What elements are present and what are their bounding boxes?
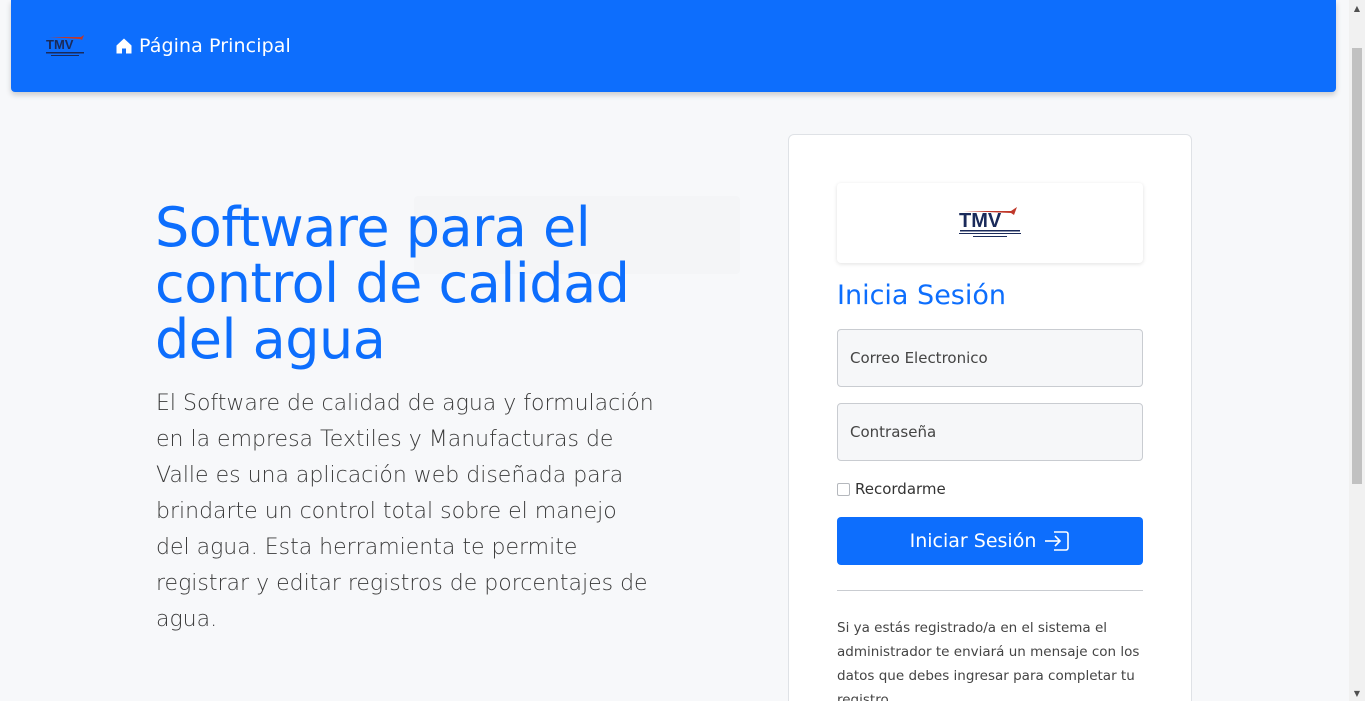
login-card: TMV Inicia Sesión Recordarme Iniciar Ses… — [788, 134, 1192, 701]
home-icon — [116, 38, 132, 54]
checkbox-box[interactable] — [837, 482, 850, 496]
svg-text:TMV: TMV — [959, 210, 1002, 232]
hero-description: El Software de calidad de agua y formula… — [156, 391, 654, 632]
nav-home-link[interactable]: Página Principal — [115, 33, 291, 59]
scrollbar-thumb[interactable] — [1352, 48, 1362, 484]
company-logo-box: TMV — [837, 183, 1143, 263]
password-input[interactable] — [837, 403, 1143, 461]
login-submit-button[interactable]: Iniciar Sesión — [837, 517, 1143, 565]
divider — [837, 590, 1143, 591]
navbar: TMV Página Principal — [11, 0, 1336, 92]
page: TMV Página Principal Software para el co… — [0, 0, 1365, 701]
registration-note: Si ya estás registrado/a en el sistema e… — [837, 620, 1140, 701]
remember-me-checkbox[interactable]: Recordarme — [837, 480, 946, 498]
remember-me-label: Recordarme — [855, 480, 946, 498]
hero-title: Software para el control de calidad del … — [155, 196, 630, 371]
vertical-scrollbar[interactable]: ▲ ▼ — [1349, 0, 1365, 701]
brand-logo[interactable]: TMV — [43, 34, 87, 58]
login-icon — [1045, 531, 1070, 551]
email-input[interactable] — [837, 329, 1143, 387]
login-title: Inicia Sesión — [837, 280, 1007, 311]
scroll-down-arrow-icon[interactable]: ▼ — [1349, 685, 1365, 701]
scroll-up-arrow-icon[interactable]: ▲ — [1349, 0, 1365, 16]
nav-home-label: Página Principal — [139, 35, 291, 57]
login-submit-label: Iniciar Sesión — [909, 530, 1037, 552]
company-logo: TMV — [959, 207, 1021, 237]
svg-text:TMV: TMV — [46, 37, 74, 52]
